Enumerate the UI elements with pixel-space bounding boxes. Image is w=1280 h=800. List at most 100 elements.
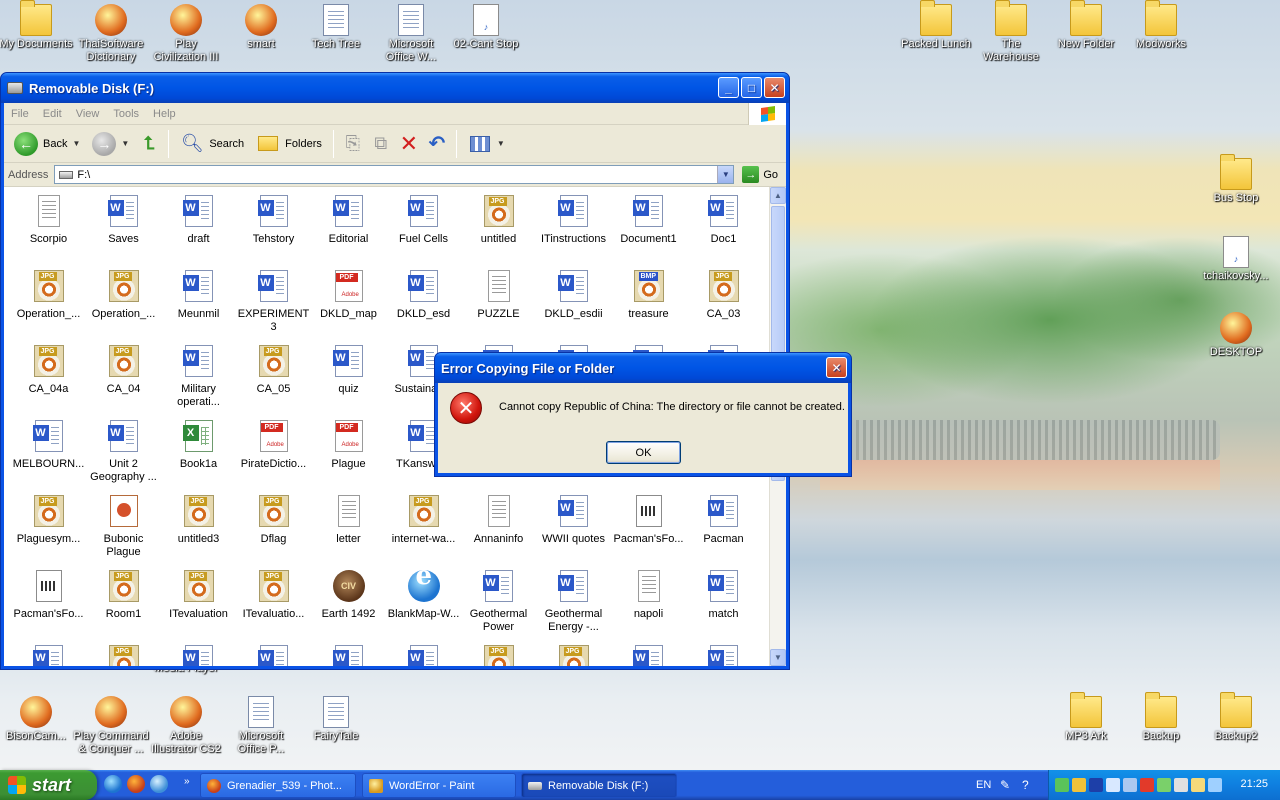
file-item[interactable]: WWII quotes [536, 495, 611, 570]
file-item[interactable] [236, 645, 311, 666]
connection-icon[interactable] [1208, 778, 1222, 792]
file-item[interactable]: Bubonic Plague [86, 495, 161, 570]
file-item[interactable]: Editorial [311, 195, 386, 270]
file-item[interactable] [536, 645, 611, 666]
go-button[interactable]: → Go [738, 166, 782, 183]
file-item[interactable]: CA_04a [11, 345, 86, 420]
file-item[interactable]: napoli [611, 570, 686, 645]
volume-icon[interactable] [1174, 778, 1188, 792]
shield-icon[interactable] [1072, 778, 1086, 792]
file-item[interactable]: Fuel Cells [386, 195, 461, 270]
file-item[interactable]: Geothermal Power [461, 570, 536, 645]
desktop-icon[interactable]: ♪ tchaikovsky... [1198, 236, 1274, 283]
desktop-icon[interactable]: Tech Tree [298, 4, 374, 51]
desktop-icon[interactable]: DESKTOP [1198, 312, 1274, 359]
wifi-icon[interactable] [1106, 778, 1120, 792]
search-button[interactable]: 🔍︎ Search [176, 128, 248, 160]
desktop-icon[interactable]: ThaiSoftware Dictionary [73, 4, 149, 64]
desktop-icon[interactable]: Backup [1123, 692, 1199, 743]
maximize-button[interactable]: □ [741, 77, 762, 98]
file-item[interactable]: BlankMap-W... [386, 570, 461, 645]
network-icon[interactable] [1055, 778, 1069, 792]
chevron-right-icon[interactable]: » [184, 776, 190, 787]
file-item[interactable]: CIV Earth 1492 [311, 570, 386, 645]
task-photoshop[interactable]: Grenadier_539 - Phot... [200, 773, 356, 798]
desktop-icon[interactable]: smart [223, 4, 299, 51]
desktop-icon[interactable]: Microsoft Office W... [373, 4, 449, 64]
folders-button[interactable]: Folders [252, 128, 326, 160]
dialog-titlebar[interactable]: Error Copying File or Folder ✕ [435, 353, 851, 383]
file-item[interactable]: Pacman'sFo... [11, 570, 86, 645]
file-item[interactable] [461, 645, 536, 666]
file-item[interactable]: Room1 [86, 570, 161, 645]
file-item[interactable]: ITevaluatio... [236, 570, 311, 645]
task-removable-disk[interactable]: Removable Disk (F:) [521, 773, 677, 798]
scroll-down-button[interactable]: ▼ [770, 649, 786, 666]
file-item[interactable]: DKLD_esd [386, 270, 461, 345]
file-item[interactable]: Pacman [686, 495, 761, 570]
explorer-titlebar[interactable]: Removable Disk (F:) _ □ ✕ [1, 73, 789, 103]
desktop-icon[interactable]: New Folder [1048, 0, 1124, 51]
file-item[interactable]: Tehstory [236, 195, 311, 270]
file-item[interactable]: Book1a [161, 420, 236, 495]
copy-to-button[interactable]: ⧉ [369, 132, 393, 156]
file-item[interactable] [161, 645, 236, 666]
file-item[interactable]: Dflag [236, 495, 311, 570]
file-item[interactable]: treasure [611, 270, 686, 345]
undo-button[interactable]: ↶ [425, 132, 449, 156]
chevron-down-icon[interactable]: ▼ [121, 139, 129, 148]
chevron-down-icon[interactable]: ▼ [717, 166, 734, 183]
file-item[interactable]: MELBOURN... [11, 420, 86, 495]
address-input[interactable]: F:\ ▼ [54, 165, 735, 184]
desktop-icon[interactable]: Play Command & Conquer ... [73, 696, 149, 756]
file-item[interactable]: PirateDictio... [236, 420, 311, 495]
file-item[interactable]: Pacman'sFo... [611, 495, 686, 570]
internet-explorer-icon[interactable] [104, 775, 122, 793]
menu-tools[interactable]: Tools [106, 108, 146, 120]
desktop-icon[interactable]: Adobe Illustrator CS2 [148, 696, 224, 756]
desktop-icon[interactable]: Play Civilization III [148, 4, 224, 64]
desktop-icon[interactable]: BisonCam... [0, 696, 74, 743]
menu-file[interactable]: File [4, 108, 36, 120]
file-item[interactable]: Operation_... [86, 270, 161, 345]
desktop-icon[interactable]: MP3 Ark [1048, 692, 1124, 743]
file-item[interactable] [611, 645, 686, 666]
file-item[interactable]: CA_05 [236, 345, 311, 420]
desktop-icon[interactable]: Bus Stop [1198, 154, 1274, 205]
monitor-icon[interactable] [1123, 778, 1137, 792]
file-item[interactable]: EXPERIMENT 3 [236, 270, 311, 345]
display-icon[interactable] [1191, 778, 1205, 792]
file-item[interactable]: PUZZLE [461, 270, 536, 345]
file-item[interactable]: Geothermal Energy -... [536, 570, 611, 645]
file-item[interactable] [686, 645, 761, 666]
file-item[interactable]: match [686, 570, 761, 645]
file-item[interactable] [11, 645, 86, 666]
move-to-button[interactable]: ⎘ [341, 132, 365, 156]
delete-button[interactable]: ✕ [397, 131, 421, 156]
pen-icon[interactable]: ✎ [1000, 778, 1010, 792]
minimize-button[interactable]: _ [718, 77, 739, 98]
file-item[interactable]: Plaguesym... [11, 495, 86, 570]
file-item[interactable]: quiz [311, 345, 386, 420]
file-item[interactable]: ITevaluation [161, 570, 236, 645]
file-item[interactable]: CA_04 [86, 345, 161, 420]
file-item[interactable]: Unit 2 Geography ... [86, 420, 161, 495]
messenger-icon[interactable] [150, 775, 168, 793]
desktop-icon[interactable]: My Documents [0, 0, 74, 51]
task-paint[interactable]: WordError - Paint [362, 773, 516, 798]
back-button[interactable]: ← Back ▼ [10, 128, 84, 160]
file-item[interactable]: internet-wa... [386, 495, 461, 570]
file-item[interactable]: Plague [311, 420, 386, 495]
file-item[interactable]: Annaninfo [461, 495, 536, 570]
chevron-down-icon[interactable]: ▼ [72, 139, 80, 148]
desktop-icon[interactable]: Modworks [1123, 0, 1199, 51]
file-item[interactable]: Document1 [611, 195, 686, 270]
desktop-icon[interactable]: The Warehouse [973, 0, 1049, 64]
file-item[interactable]: ITinstructions [536, 195, 611, 270]
file-item[interactable] [86, 645, 161, 666]
file-item[interactable]: letter [311, 495, 386, 570]
scroll-up-button[interactable]: ▲ [770, 187, 786, 204]
file-item[interactable]: Operation_... [11, 270, 86, 345]
desktop-icon[interactable]: Backup2 [1198, 692, 1274, 743]
file-item[interactable]: Scorpio [11, 195, 86, 270]
